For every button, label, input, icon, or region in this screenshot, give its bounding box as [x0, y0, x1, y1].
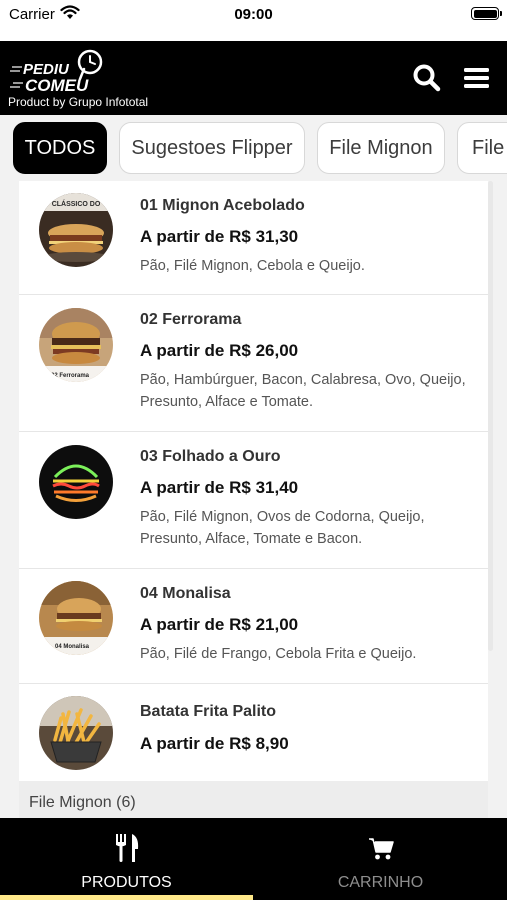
menu-button[interactable]: [462, 63, 492, 93]
product-item-batata-frita-palito[interactable]: Batata Frita Palito A partir de R$ 8,90: [19, 684, 488, 781]
battery-icon: [471, 7, 502, 20]
product-list[interactable]: CLÁSSICO DO 01 Mignon Acebolado A partir…: [0, 181, 507, 818]
app-screen: Carrier 09:00 PEDIU COMEU Product by Gru…: [0, 0, 507, 900]
product-item-mignon-acebolado[interactable]: CLÁSSICO DO 01 Mignon Acebolado A partir…: [19, 181, 488, 295]
list-scrollbar[interactable]: [488, 181, 493, 651]
product-image: 04 Monalisa: [39, 581, 113, 655]
product-item-monalisa[interactable]: 04 Monalisa 04 Monalisa A partir de R$ 2…: [19, 569, 488, 684]
status-bar: Carrier 09:00: [0, 0, 507, 40]
search-button[interactable]: [412, 63, 442, 93]
product-description: Pão, Filé Mignon, Ovos de Codorna, Queij…: [140, 509, 425, 547]
tab-label: CARRINHO: [337, 874, 424, 891]
product-description: Pão, Filé de Frango, Cebola Frita e Quei…: [140, 646, 417, 662]
search-icon: [413, 64, 441, 92]
cart-icon: [368, 837, 394, 866]
product-image-caption: 02 Ferrorama: [51, 373, 90, 379]
section-title: File Mignon (6): [29, 794, 136, 811]
pediu-comeu-logo: PEDIU COMEU: [10, 45, 110, 95]
category-chip-file-mignon[interactable]: File Mignon: [317, 122, 445, 174]
product-price: A partir de R$ 31,30: [140, 227, 299, 246]
product-image: CLÁSSICO DO: [39, 193, 113, 267]
status-time: 09:00: [234, 6, 273, 23]
fork-knife-icon: [114, 833, 140, 868]
header-tagline: Product by Grupo Infototal: [8, 95, 149, 109]
category-filter-bar: TODOS Sugestoes Flipper File Mignon File: [0, 115, 507, 181]
product-image-caption: CLÁSSICO DO: [52, 199, 101, 208]
product-price: A partir de R$ 26,00: [140, 341, 299, 360]
app-header: PEDIU COMEU Product by Grupo Infototal: [0, 41, 507, 115]
product-image: [39, 696, 113, 770]
product-name: Batata Frita Palito: [140, 703, 277, 720]
product-image: 02 Ferrorama: [39, 308, 113, 382]
active-tab-indicator: [0, 895, 253, 900]
category-chip-todos[interactable]: TODOS: [13, 122, 107, 174]
product-card: CLÁSSICO DO 01 Mignon Acebolado A partir…: [19, 181, 488, 781]
product-price: A partir de R$ 8,90: [140, 734, 289, 753]
product-item-ferrorama[interactable]: 02 Ferrorama 02 Ferrorama A partir de R$…: [19, 295, 488, 432]
logo-word-comeu: COMEU: [25, 76, 89, 95]
tab-label: PRODUTOS: [81, 874, 172, 891]
product-price: A partir de R$ 31,40: [140, 478, 299, 497]
category-chip-sugestoes-flipper[interactable]: Sugestoes Flipper: [119, 122, 305, 174]
product-name: 02 Ferrorama: [140, 311, 242, 328]
product-item-folhado-a-ouro[interactable]: 03 Folhado a Ouro A partir de R$ 31,40 P…: [19, 432, 488, 569]
tab-carrinho[interactable]: CARRINHO: [254, 818, 507, 900]
tab-produtos[interactable]: PRODUTOS: [0, 818, 253, 900]
hamburger-menu-icon: [464, 68, 489, 88]
product-name: 01 Mignon Acebolado: [140, 197, 305, 214]
bottom-tab-bar: PRODUTOS CARRINHO: [0, 818, 507, 900]
product-name: 03 Folhado a Ouro: [140, 448, 281, 465]
product-description: Pão, Hambúrguer, Bacon, Calabresa, Ovo, …: [140, 372, 466, 410]
product-description: Pão, Filé Mignon, Cebola e Queijo.: [140, 258, 365, 274]
section-header-file-mignon: File Mignon (6): [19, 781, 488, 818]
product-image-caption: 04 Monalisa: [55, 644, 90, 650]
product-name: 04 Monalisa: [140, 585, 231, 602]
product-price: A partir de R$ 21,00: [140, 615, 299, 634]
product-image: [39, 445, 113, 519]
category-chip-file[interactable]: File: [457, 122, 507, 174]
